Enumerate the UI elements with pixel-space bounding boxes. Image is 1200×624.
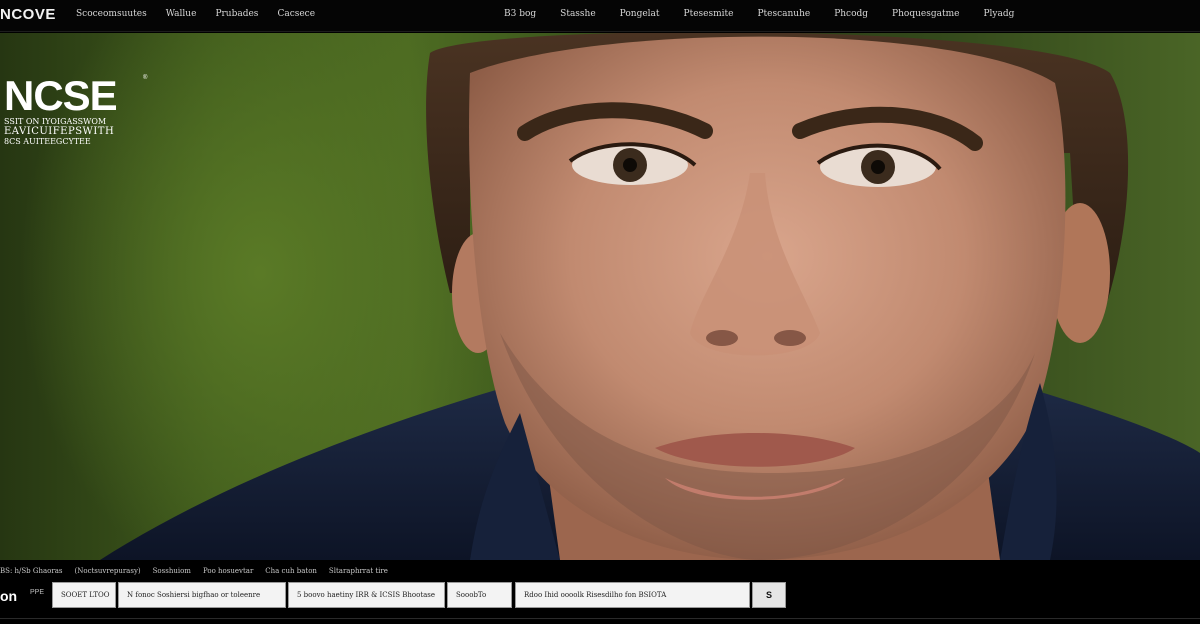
brand-logo[interactable]: NCOVE — [0, 6, 56, 23]
logo-text: NCSE — [4, 72, 118, 119]
footer-link-2[interactable]: (Noctsuvrepurasy) — [75, 567, 141, 575]
nav-item-7[interactable]: Pongelat — [620, 9, 660, 19]
field-3[interactable]: 5 boovo haetiny IRR & ICSIS Bhootase — [288, 582, 445, 608]
footer-link-5[interactable]: Cha cuh baton — [265, 567, 317, 575]
nav-item-9[interactable]: Ptescanuhe — [757, 9, 810, 19]
nav-item-6[interactable]: Stasshe — [560, 9, 596, 19]
tagline: SSIT ON IYOIGASSWOM EAVICUIFEPSWITH 8CS … — [4, 117, 154, 147]
bottom-divider — [0, 618, 1200, 619]
on-label: on — [0, 588, 18, 604]
footer-link-1[interactable]: BS: h/Sb Ghaoras — [0, 567, 63, 575]
field-5[interactable]: Rdoo Ihid oooolk Risesdilho fon BSIOTA — [515, 582, 750, 608]
field-2[interactable]: N fonoc Soshiersi bigfhao or toleenre — [118, 582, 286, 608]
footer-link-4[interactable]: Poo hosuevtar — [203, 567, 253, 575]
overlay-logo: NCSE ® SSIT ON IYOIGASSWOM EAVICUIFEPSWI… — [4, 75, 154, 147]
footer-link-3[interactable]: Sosshuiom — [153, 567, 191, 575]
nav-item-blog[interactable]: B3 bog — [504, 9, 536, 19]
tagline-line-2: EAVICUIFEPSWITH — [4, 126, 115, 137]
field-4[interactable]: SooobTo — [447, 582, 512, 608]
nav-item-8[interactable]: Ptesesmite — [684, 9, 734, 19]
footer-link-6[interactable]: Sltaraphrrat tire — [329, 567, 388, 575]
nav-left-group: Scoceomsuutes Wallue Prubades Cacsece — [76, 9, 334, 19]
hero-image: NCSE ® SSIT ON IYOIGASSWOM EAVICUIFEPSWI… — [0, 33, 1200, 560]
top-nav: NCOVE Scoceomsuutes Wallue Prubades Cacs… — [0, 0, 1200, 32]
nav-item-2[interactable]: Wallue — [166, 9, 197, 19]
tagline-line-3: 8CS AUITEEGCYTEE — [4, 137, 91, 146]
nav-item-12[interactable]: Plyadg — [983, 9, 1014, 19]
nav-item-11[interactable]: Phoquesgatme — [892, 9, 959, 19]
submit-label: S — [765, 590, 772, 600]
nav-right-group: B3 bog Stasshe Pongelat Ptesesmite Ptesc… — [504, 9, 1038, 19]
submit-button[interactable]: S — [752, 582, 786, 608]
field-1[interactable]: SOOET LTOO — [52, 582, 116, 608]
nav-item-3[interactable]: Prubades — [215, 9, 258, 19]
on-sub-label: PPE — [30, 589, 45, 596]
registered-mark: ® — [143, 75, 148, 81]
nav-item-4[interactable]: Cacsece — [277, 9, 315, 19]
nav-item-1[interactable]: Scoceomsuutes — [76, 9, 147, 19]
footer-links: BS: h/Sb Ghaoras (Noctsuvrepurasy) Sossh… — [0, 567, 400, 575]
nav-item-10[interactable]: Phcodg — [834, 9, 868, 19]
portrait-illustration — [100, 33, 1200, 560]
